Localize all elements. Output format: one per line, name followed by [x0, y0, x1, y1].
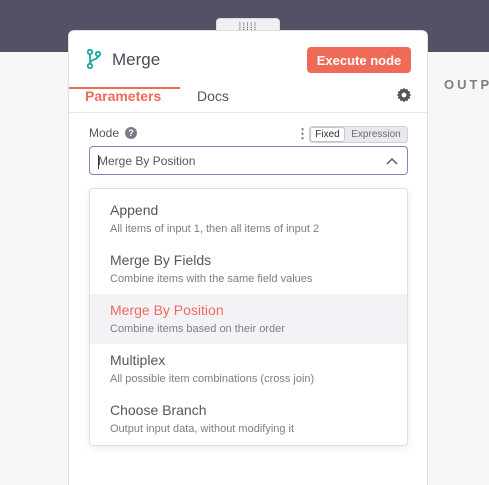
option-title: Choose Branch — [110, 402, 207, 418]
mode-select-value: Merge By Position — [98, 154, 196, 168]
tab-docs[interactable]: Docs — [197, 88, 229, 113]
node-title: Merge — [112, 50, 161, 69]
option-title: Merge By Fields — [110, 252, 212, 268]
option-append[interactable]: Append All items of input 1, then all it… — [90, 194, 407, 244]
option-title: Append — [110, 202, 159, 218]
option-choose-branch[interactable]: Choose Branch Output input data, without… — [90, 394, 407, 444]
mode-label: Mode — [89, 126, 120, 140]
tab-bar: Parameters Docs — [69, 85, 427, 113]
tab-parameters[interactable]: Parameters — [85, 88, 161, 113]
toggle-fixed-option[interactable]: Fixed — [310, 127, 345, 142]
option-description: Output input data, without modifying it — [110, 423, 295, 435]
option-multiplex[interactable]: Multiplex All possible item combinations… — [90, 344, 407, 394]
option-merge-by-fields[interactable]: Merge By Fields Combine items with the s… — [90, 244, 407, 294]
chevron-up-icon[interactable] — [386, 156, 398, 166]
toggle-expression-option[interactable]: Expression — [345, 127, 407, 142]
option-merge-by-position[interactable]: Merge By Position Combine items based on… — [90, 294, 407, 344]
option-description: Combine items with the same field values — [110, 273, 313, 285]
kebab-icon[interactable]: ⋮ — [296, 127, 309, 140]
node-settings-panel: Merge Execute node Parameters Docs Mode … — [68, 30, 428, 485]
merge-branch-icon — [86, 49, 102, 69]
mode-dropdown-list: Append All items of input 1, then all it… — [89, 188, 408, 446]
option-description: Combine items based on their order — [110, 323, 285, 335]
option-title: Merge By Position — [110, 302, 224, 318]
fixed-expression-toggle: Fixed Expression — [309, 126, 408, 143]
option-description: All items of input 1, then all items of … — [110, 223, 320, 235]
option-title: Multiplex — [110, 352, 166, 368]
active-tab-indicator — [69, 87, 180, 89]
execute-node-button[interactable]: Execute node — [307, 47, 411, 73]
option-description: All possible item combinations (cross jo… — [110, 373, 315, 385]
output-panel-label: OUTP — [444, 77, 489, 92]
question-circle-icon[interactable]: ? — [125, 127, 137, 139]
gear-icon[interactable] — [396, 87, 412, 103]
mode-select[interactable]: Merge By Position — [89, 146, 408, 175]
